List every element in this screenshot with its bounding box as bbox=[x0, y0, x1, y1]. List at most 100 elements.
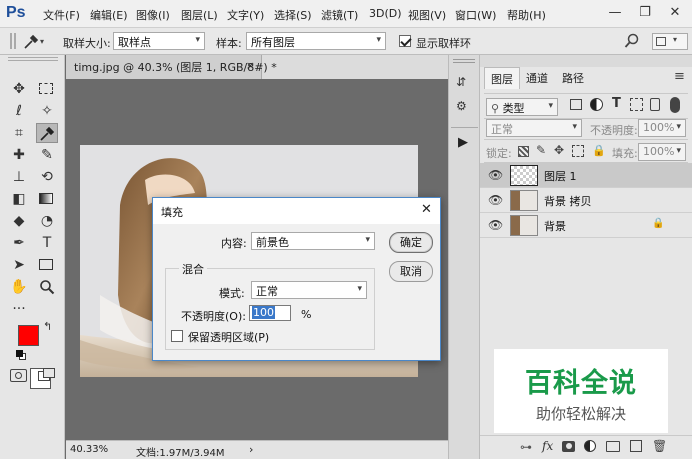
fill-select[interactable]: 100% ▾ bbox=[638, 143, 686, 161]
opacity-input[interactable]: 100 bbox=[249, 305, 291, 321]
move-tool-icon[interactable]: ✥ bbox=[8, 79, 30, 99]
trash-icon[interactable]: 🗑 bbox=[652, 439, 667, 453]
lock-pixels-icon[interactable]: ✎ bbox=[536, 143, 546, 157]
zoom-tool-icon[interactable] bbox=[36, 277, 58, 297]
fx-icon[interactable]: fx bbox=[542, 439, 553, 453]
foreground-color-swatch[interactable] bbox=[18, 325, 39, 346]
filter-smart-object-icon[interactable] bbox=[650, 98, 660, 111]
preset-caret-icon[interactable]: ▾ bbox=[40, 37, 44, 46]
filter-type-icon[interactable]: T bbox=[612, 96, 621, 111]
layer-row[interactable]: 👁 背景 🔒 bbox=[480, 213, 692, 238]
layer-thumbnail bbox=[510, 215, 538, 236]
history-panel-icon[interactable]: ⇵ bbox=[456, 75, 474, 93]
menu-filter[interactable]: 滤镜(T) bbox=[321, 7, 358, 23]
clone-stamp-tool-icon[interactable]: ⊥ bbox=[8, 167, 30, 187]
cancel-button[interactable]: 取消 bbox=[389, 261, 433, 282]
eyedropper-preset-icon[interactable] bbox=[22, 33, 40, 51]
dialog-close-button[interactable]: ✕ bbox=[421, 202, 432, 217]
blur-tool-icon[interactable]: ◆ bbox=[8, 211, 30, 231]
menu-3d[interactable]: 3D(D) bbox=[369, 7, 402, 20]
menu-help[interactable]: 帮助(H) bbox=[507, 7, 546, 23]
dodge-tool-icon[interactable]: ◔ bbox=[36, 211, 58, 231]
default-colors-icon[interactable] bbox=[16, 350, 26, 360]
adjustment-layer-icon[interactable] bbox=[584, 440, 596, 452]
mode-select[interactable]: 正常 ▾ bbox=[251, 281, 367, 299]
filter-adjustment-icon[interactable] bbox=[590, 98, 603, 111]
lasso-tool-icon[interactable]: ℓ bbox=[8, 101, 30, 121]
lock-transparent-icon[interactable] bbox=[518, 146, 529, 157]
eyedropper-tool-icon[interactable] bbox=[36, 123, 58, 143]
rectangle-tool-icon[interactable] bbox=[36, 255, 58, 275]
link-layers-icon[interactable]: ⊶ bbox=[520, 440, 532, 454]
filter-pixel-icon[interactable] bbox=[570, 99, 582, 110]
menu-file[interactable]: 文件(F) bbox=[43, 7, 80, 23]
workspace-switcher[interactable]: ▾ bbox=[652, 33, 688, 50]
dialog-title-bar[interactable]: 填充 ✕ bbox=[153, 198, 440, 224]
hand-tool-icon[interactable]: ✋ bbox=[8, 277, 30, 297]
visibility-eye-icon[interactable]: 👁 bbox=[488, 168, 503, 182]
close-tab-icon[interactable]: × bbox=[246, 59, 255, 72]
blend-mode-select[interactable]: 正常 ▾ bbox=[486, 119, 582, 137]
healing-brush-tool-icon[interactable]: ✚ bbox=[8, 145, 30, 165]
lock-all-icon[interactable]: 🔒 bbox=[592, 144, 606, 157]
layer-mask-icon[interactable] bbox=[562, 441, 575, 452]
document-tab-bar: timg.jpg @ 40.3% (图层 1, RGB/8#) * × bbox=[66, 55, 448, 79]
actions-panel-icon[interactable]: ⚙ bbox=[456, 99, 474, 117]
restore-button[interactable]: ❐ bbox=[634, 3, 656, 23]
search-icon[interactable] bbox=[624, 33, 640, 49]
layer-row[interactable]: 👁 背景 拷贝 bbox=[480, 188, 692, 213]
menu-view[interactable]: 视图(V) bbox=[408, 7, 446, 23]
menu-window[interactable]: 窗口(W) bbox=[455, 7, 496, 23]
filter-toggle-icon[interactable] bbox=[670, 97, 680, 113]
minimize-button[interactable]: — bbox=[604, 3, 626, 23]
tab-paths[interactable]: 路径 bbox=[556, 67, 590, 89]
pen-tool-icon[interactable]: ✒ bbox=[8, 233, 30, 253]
layer-row[interactable]: 👁 图层 1 bbox=[480, 163, 692, 188]
show-ring-checkbox[interactable] bbox=[399, 35, 411, 47]
kind-filter-select[interactable]: ⚲ 类型 ▾ bbox=[486, 98, 558, 116]
visibility-eye-icon[interactable]: 👁 bbox=[488, 193, 503, 207]
lock-artboard-icon[interactable] bbox=[572, 145, 584, 157]
document-tab[interactable]: timg.jpg @ 40.3% (图层 1, RGB/8#) * × bbox=[66, 55, 277, 79]
path-selection-tool-icon[interactable]: ➤ bbox=[8, 255, 30, 275]
screen-mode-icon[interactable] bbox=[38, 368, 56, 382]
eraser-tool-icon[interactable]: ◧ bbox=[8, 189, 30, 209]
menu-edit[interactable]: 编辑(E) bbox=[90, 7, 128, 23]
sample-size-select[interactable]: 取样点 ▾ bbox=[113, 32, 205, 50]
layer-name[interactable]: 背景 bbox=[544, 218, 566, 234]
panel-menu-icon[interactable]: ≡ bbox=[674, 69, 685, 84]
quick-mask-icon[interactable] bbox=[10, 369, 27, 382]
crop-tool-icon[interactable]: ⌗ bbox=[8, 123, 30, 143]
ok-button[interactable]: 确定 bbox=[389, 232, 433, 253]
more-tools-icon[interactable]: ··· bbox=[8, 299, 30, 319]
gradient-tool-icon[interactable] bbox=[36, 189, 58, 209]
status-menu-arrow-icon[interactable]: › bbox=[249, 443, 253, 456]
marquee-tool-icon[interactable] bbox=[36, 79, 58, 99]
menu-select[interactable]: 选择(S) bbox=[274, 7, 312, 23]
layer-name[interactable]: 背景 拷贝 bbox=[544, 193, 592, 209]
filter-row: ⚲ 类型 ▾ T bbox=[484, 93, 688, 119]
visibility-eye-icon[interactable]: 👁 bbox=[488, 218, 503, 232]
swap-colors-icon[interactable]: ↰ bbox=[43, 320, 52, 333]
tab-layers[interactable]: 图层 bbox=[484, 67, 520, 89]
preserve-transparency-checkbox[interactable] bbox=[171, 330, 183, 342]
brush-tool-icon[interactable]: ✎ bbox=[36, 145, 58, 165]
magic-wand-tool-icon[interactable]: ✧ bbox=[36, 101, 58, 121]
zoom-readout[interactable]: 40.33% bbox=[70, 444, 108, 455]
type-tool-icon[interactable]: T bbox=[36, 233, 58, 253]
menu-type[interactable]: 文字(Y) bbox=[227, 7, 264, 23]
play-icon[interactable]: ▶ bbox=[458, 135, 474, 151]
lock-position-icon[interactable]: ✥ bbox=[554, 143, 564, 157]
contents-select[interactable]: 前景色 ▾ bbox=[251, 232, 375, 250]
close-window-button[interactable]: ✕ bbox=[664, 3, 686, 23]
menu-layer[interactable]: 图层(L) bbox=[181, 7, 218, 23]
history-brush-tool-icon[interactable]: ⟲ bbox=[36, 167, 58, 187]
layer-name[interactable]: 图层 1 bbox=[544, 168, 577, 184]
sample-select[interactable]: 所有图层 ▾ bbox=[246, 32, 386, 50]
tab-channels[interactable]: 通道 bbox=[520, 67, 554, 89]
opacity-select[interactable]: 100% ▾ bbox=[638, 119, 686, 137]
new-layer-icon[interactable] bbox=[630, 440, 642, 452]
menu-image[interactable]: 图像(I) bbox=[136, 7, 170, 23]
group-folder-icon[interactable] bbox=[606, 441, 620, 452]
filter-shape-icon[interactable] bbox=[630, 98, 643, 111]
